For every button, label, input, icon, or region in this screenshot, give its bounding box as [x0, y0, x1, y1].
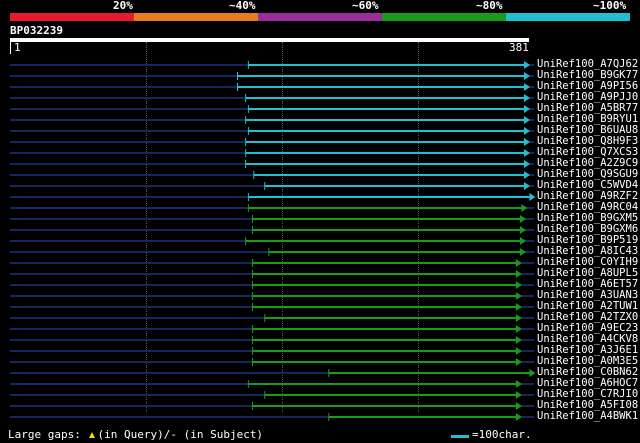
hit-arrow-icon — [515, 336, 522, 344]
hit-arrow-icon — [524, 182, 530, 190]
query-gap-icon — [89, 432, 96, 438]
hit-arrow-icon — [519, 237, 526, 245]
hit-arrow-icon — [515, 303, 522, 311]
hit-arrow-icon — [519, 226, 526, 234]
scale-line-icon — [451, 435, 469, 438]
hit-arrow-icon — [515, 358, 522, 366]
hit-arrow-icon — [524, 138, 530, 146]
hit-arrow-icon — [524, 105, 530, 113]
hit-arrow-icon — [515, 347, 522, 355]
scale-label: =100char. — [472, 428, 532, 441]
hit-arrow-icon — [515, 259, 522, 267]
hit-arrow-icon — [529, 369, 536, 377]
hit-arrow-icon — [524, 72, 530, 80]
gaps-label: Large gaps: — [8, 428, 81, 441]
hit-arrow-icon — [524, 171, 530, 179]
hit-arrow-icon — [515, 402, 522, 410]
hit-arrow-icon — [529, 193, 536, 201]
hit-arrow-icon — [515, 380, 522, 388]
hit-arrow-icon — [524, 61, 530, 69]
in-subject-text: - (in Subject) — [170, 428, 264, 441]
hit-arrow-icon — [524, 149, 530, 157]
hit-arrow-icon — [515, 281, 522, 289]
hit-arrow-icon — [515, 391, 522, 399]
hit-arrow-icon — [524, 160, 530, 168]
hit-arrow-icon — [524, 116, 530, 124]
hit-arrow-icon — [519, 248, 526, 256]
hit-arrow-icon — [521, 204, 528, 212]
hit-arrow-icon — [515, 325, 522, 333]
hit-arrow-icon — [515, 292, 522, 300]
hit-arrow-icon — [519, 215, 526, 223]
hit-arrow-icon — [515, 314, 522, 322]
hit-arrow-icon — [524, 83, 530, 91]
hit-arrow-icon — [524, 94, 530, 102]
hit-arrow-icon — [524, 127, 530, 135]
gaps-legend: Large gaps: (in Query)/- (in Subject) — [8, 429, 263, 441]
hit-arrow-icon — [515, 270, 522, 278]
hit-label[interactable]: UniRef100_A4BWK1 — [537, 411, 638, 422]
in-query-text: (in Query)/ — [97, 428, 171, 441]
hit-arrow-icon — [515, 413, 522, 421]
